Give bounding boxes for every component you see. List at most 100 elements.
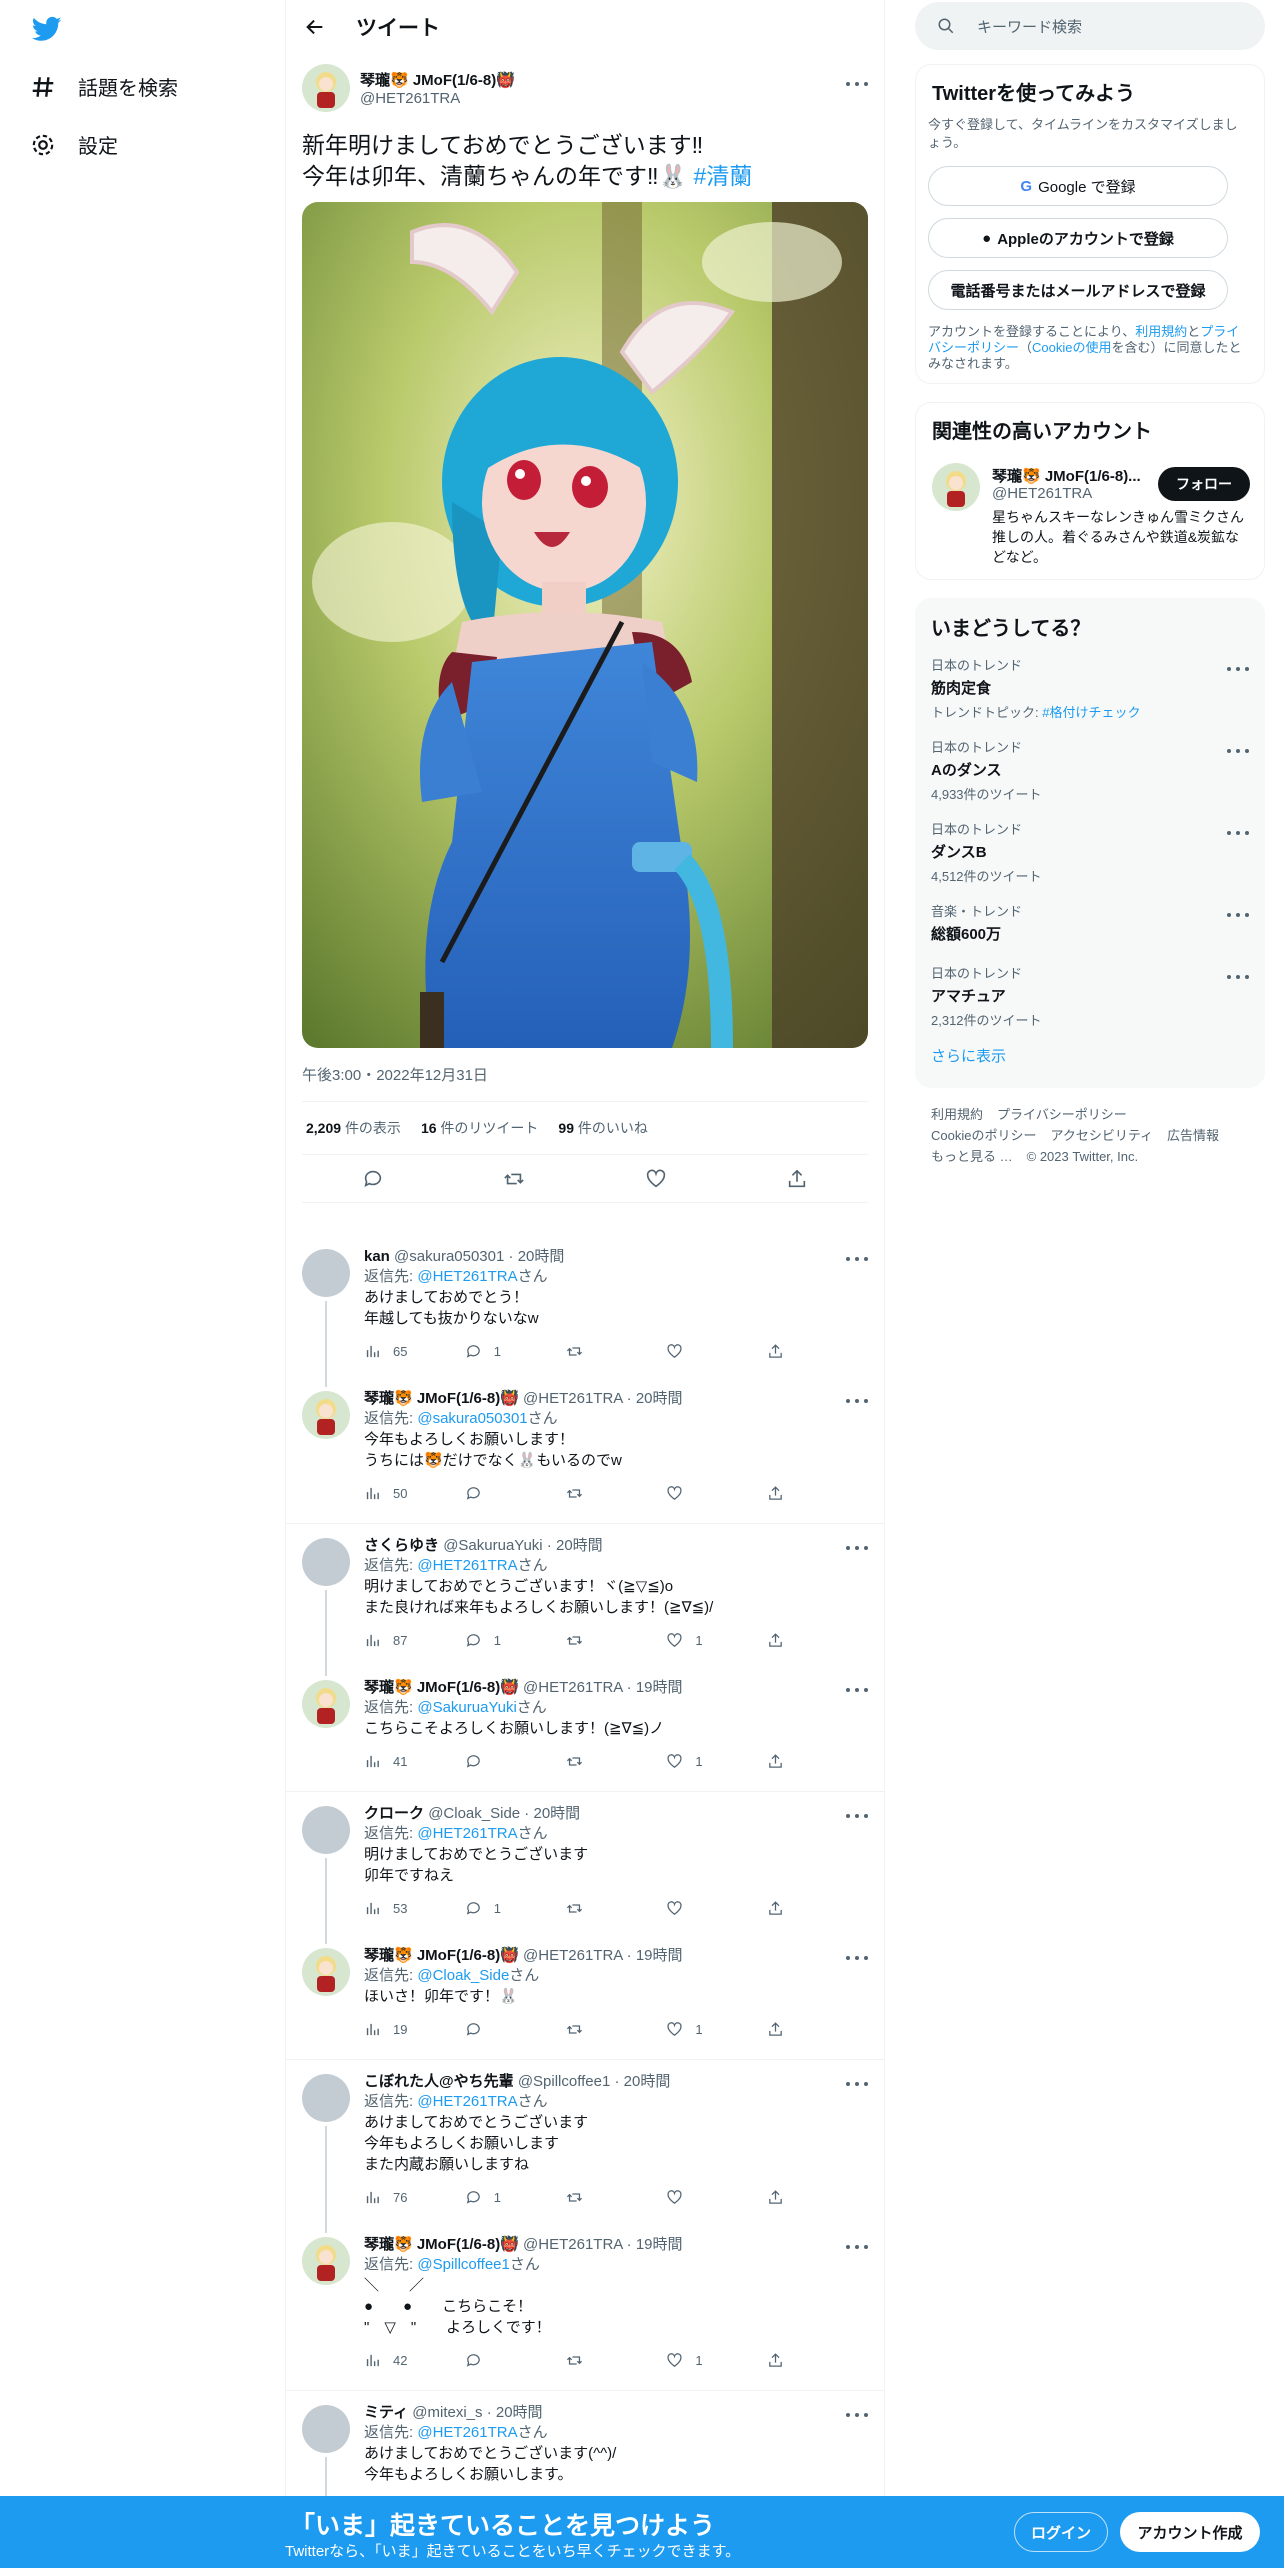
reply-handle[interactable]: @Spillcoffee1 <box>518 2073 611 2090</box>
reply-time[interactable]: 20時間 <box>556 1537 603 1554</box>
like-action[interactable] <box>666 1485 767 1502</box>
avatar[interactable] <box>932 463 980 511</box>
reply-action[interactable]: 1 <box>465 1632 566 1649</box>
footer-ads[interactable]: 広告情報 <box>1167 1128 1219 1143</box>
reply-author[interactable]: 琴瓏🐯 JMoF(1/6-8)👹 <box>364 1679 519 1696</box>
search-input[interactable]: キーワード検索 <box>977 16 1082 37</box>
nav-explore[interactable]: 話題を検索 <box>30 72 178 101</box>
share-action[interactable] <box>767 1343 868 1360</box>
like-action[interactable]: 1 <box>666 2021 767 2038</box>
like-action[interactable] <box>666 2189 767 2206</box>
related-handle[interactable]: @HET261TRA <box>992 485 1092 502</box>
more-options-icon[interactable] <box>846 1814 868 1820</box>
views-action[interactable]: 76 <box>364 2189 465 2206</box>
reply-time[interactable]: 20時間 <box>533 1805 580 1822</box>
reply-tweet[interactable]: クローク @Cloak_Side · 20時間 返信先: @HET261TRAさん… <box>286 1792 884 1944</box>
share-icon[interactable] <box>786 1168 808 1190</box>
like-action[interactable]: 1 <box>666 1632 767 1649</box>
retweet-action[interactable] <box>566 2352 667 2369</box>
search-box[interactable]: キーワード検索 <box>915 2 1265 50</box>
back-arrow-icon[interactable] <box>304 16 326 38</box>
tweet-timestamp[interactable]: 午後3:00・2022年12月31日 <box>302 1048 868 1102</box>
author-handle[interactable]: @HET261TRA <box>360 90 515 107</box>
share-action[interactable] <box>767 1485 868 1502</box>
trend-item[interactable]: 日本のトレンド 筋肉定食 トレンドトピック: #格付けチェック <box>915 655 1265 737</box>
avatar[interactable] <box>302 1948 350 1996</box>
more-options-icon[interactable] <box>846 1546 868 1552</box>
reply-handle[interactable]: @sakura050301 <box>394 1248 504 1265</box>
like-icon[interactable] <box>645 1168 667 1190</box>
views-action[interactable]: 50 <box>364 1485 465 1502</box>
reply-tweet[interactable]: 琴瓏🐯 JMoF(1/6-8)👹 @HET261TRA · 20時間 返信先: @… <box>286 1377 884 1515</box>
reply-icon[interactable] <box>362 1168 384 1190</box>
reply-author[interactable]: 琴瓏🐯 JMoF(1/6-8)👹 <box>364 2236 519 2253</box>
views-action[interactable]: 42 <box>364 2352 465 2369</box>
more-options-icon[interactable] <box>1227 749 1249 755</box>
reply-author[interactable]: こぼれた人@やち先輩 <box>364 2073 514 2090</box>
reply-time[interactable]: 20時間 <box>496 2404 543 2421</box>
reply-tweet[interactable]: こぼれた人@やち先輩 @Spillcoffee1 · 20時間 返信先: @HET… <box>286 2060 884 2233</box>
apple-signup-button[interactable]: ● Appleのアカウントで登録 <box>928 218 1228 258</box>
more-options-icon[interactable] <box>1227 975 1249 981</box>
reply-tweet[interactable]: kan @sakura050301 · 20時間 返信先: @HET261TRAさ… <box>286 1235 884 1387</box>
author-name[interactable]: 琴瓏🐯 JMoF(1/6-8)👹 <box>360 69 515 90</box>
reply-action[interactable]: 1 <box>465 2189 566 2206</box>
footer-more[interactable]: もっと見る … <box>931 1149 1013 1164</box>
more-options-icon[interactable] <box>846 1956 868 1962</box>
tweet-photo[interactable] <box>302 202 868 1048</box>
trend-item[interactable]: 日本のトレンド アマチュア 2,312件のツイート <box>915 963 1265 1045</box>
share-action[interactable] <box>767 2021 868 2038</box>
reply-to-link[interactable]: @HET261TRA <box>417 1268 517 1285</box>
reply-action[interactable] <box>465 1485 566 1502</box>
retweet-action[interactable] <box>566 1485 667 1502</box>
reply-to-link[interactable]: @Spillcoffee1 <box>417 2256 510 2273</box>
like-action[interactable]: 1 <box>666 2352 767 2369</box>
like-action[interactable]: 1 <box>666 1753 767 1770</box>
retweet-action[interactable] <box>566 2189 667 2206</box>
reply-time[interactable]: 20時間 <box>636 1390 683 1407</box>
likes-stat[interactable]: 99 件のいいね <box>558 1118 647 1138</box>
reply-action[interactable] <box>465 1753 566 1770</box>
reply-handle[interactable]: @HET261TRA <box>523 1390 622 1407</box>
signup-button[interactable]: アカウント作成 <box>1120 2512 1260 2552</box>
views-action[interactable]: 41 <box>364 1753 465 1770</box>
login-button[interactable]: ログイン <box>1014 2512 1108 2552</box>
retweet-action[interactable] <box>566 2021 667 2038</box>
avatar[interactable] <box>302 2237 350 2285</box>
more-options-icon[interactable] <box>846 1399 868 1405</box>
reply-action[interactable]: 1 <box>465 1900 566 1917</box>
reply-to-link[interactable]: @sakura050301 <box>417 1410 527 1427</box>
reply-author[interactable]: クローク <box>364 1805 424 1822</box>
trend-item[interactable]: 日本のトレンド ダンスB 4,512件のツイート <box>915 819 1265 901</box>
reply-author[interactable]: 琴瓏🐯 JMoF(1/6-8)👹 <box>364 1390 519 1407</box>
reply-author[interactable]: さくらゆき <box>364 1537 439 1554</box>
views-action[interactable]: 65 <box>364 1343 465 1360</box>
reply-to-link[interactable]: @HET261TRA <box>417 1825 517 1842</box>
trend-item[interactable]: 日本のトレンド Aのダンス 4,933件のツイート <box>915 737 1265 819</box>
footer-privacy[interactable]: プライバシーポリシー <box>997 1107 1127 1122</box>
more-options-icon[interactable] <box>1227 667 1249 673</box>
more-options-icon[interactable] <box>846 1688 868 1694</box>
related-name[interactable]: 琴瓏🐯 JMoF(1/6-8)... <box>992 465 1141 486</box>
retweet-action[interactable] <box>566 1900 667 1917</box>
reply-time[interactable]: 19時間 <box>636 2236 683 2253</box>
more-options-icon[interactable] <box>846 2245 868 2251</box>
reply-to-link[interactable]: @HET261TRA <box>417 2424 517 2441</box>
trend-item[interactable]: 音楽・トレンド 総額600万 <box>915 901 1265 963</box>
views-action[interactable]: 87 <box>364 1632 465 1649</box>
twitter-logo-icon[interactable] <box>30 14 64 44</box>
reply-tweet[interactable]: 琴瓏🐯 JMoF(1/6-8)👹 @HET261TRA · 19時間 返信先: @… <box>286 2223 884 2382</box>
footer-terms[interactable]: 利用規約 <box>931 1107 983 1122</box>
more-options-icon[interactable] <box>846 2413 868 2419</box>
google-signup-button[interactable]: G Google で登録 <box>928 166 1228 206</box>
reply-action[interactable]: 1 <box>465 1343 566 1360</box>
reply-handle[interactable]: @Cloak_Side <box>428 1805 520 1822</box>
share-action[interactable] <box>767 1632 868 1649</box>
retweet-action[interactable] <box>566 1343 667 1360</box>
avatar[interactable] <box>302 1391 350 1439</box>
reply-time[interactable]: 20時間 <box>518 1248 565 1265</box>
reply-handle[interactable]: @SakuruaYuki <box>443 1537 542 1554</box>
hashtag-link[interactable]: #清蘭 <box>694 163 753 189</box>
reply-time[interactable]: 20時間 <box>624 2073 671 2090</box>
reply-time[interactable]: 19時間 <box>636 1947 683 1964</box>
